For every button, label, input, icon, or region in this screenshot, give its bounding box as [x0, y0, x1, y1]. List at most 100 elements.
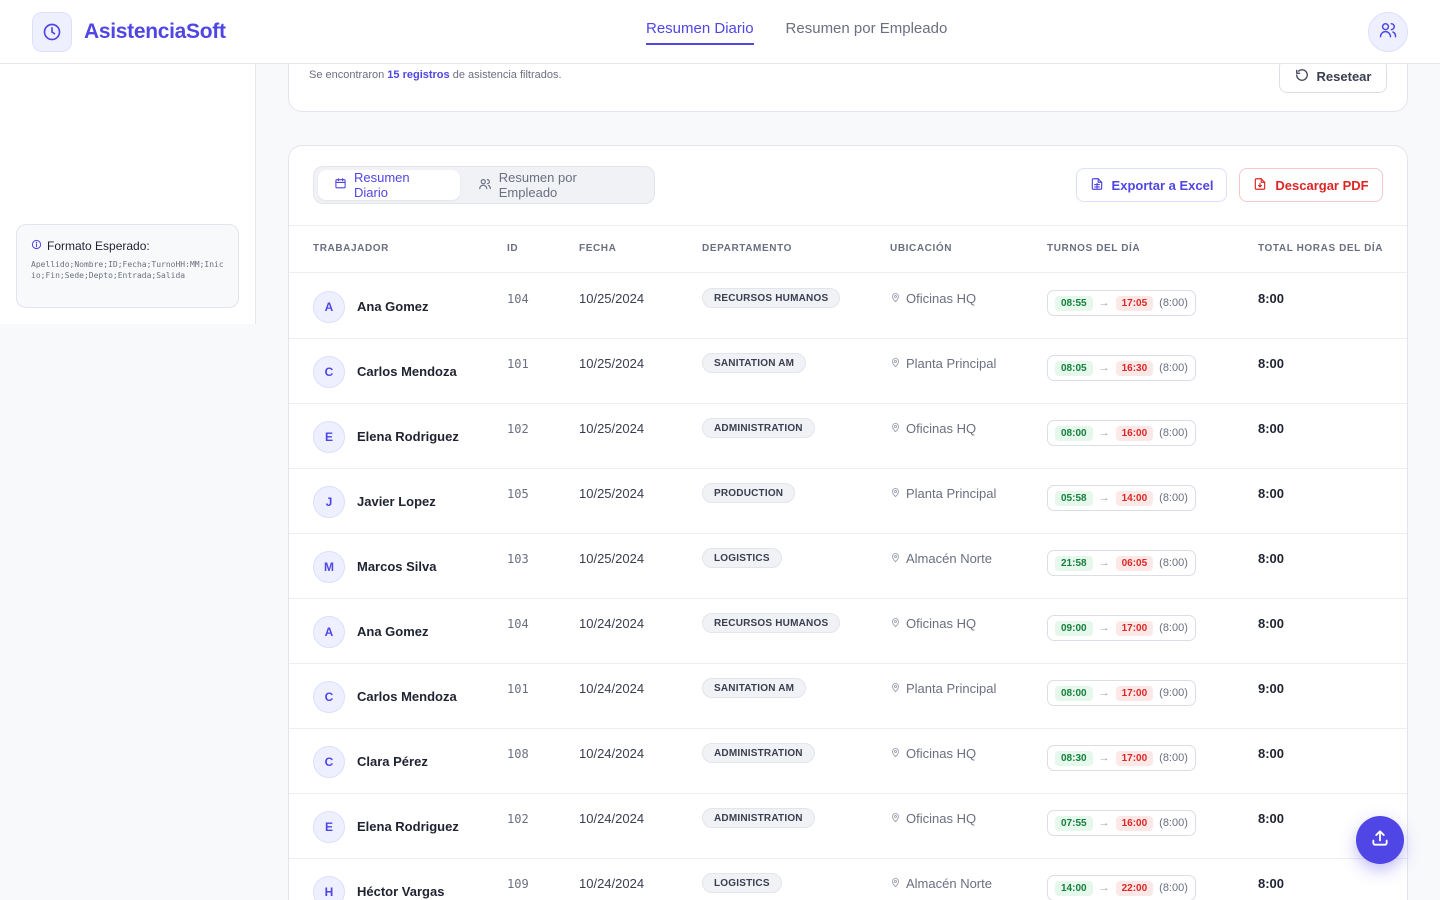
map-pin-icon — [890, 551, 901, 566]
format-text: Apellido;Nombre;ID;Fecha;TurnoHH:MM;Inic… — [31, 260, 224, 280]
format-card: Formato Esperado: Apellido;Nombre;ID;Fec… — [16, 224, 239, 308]
location: Planta Principal — [890, 681, 996, 696]
record-date: 10/25/2024 — [579, 421, 645, 436]
table-row[interactable]: M Marcos Silva 103 10/25/2024 LOGISTICS Almac… — [289, 534, 1407, 599]
shift-start: 05:58 — [1055, 490, 1093, 506]
upload-button[interactable] — [1356, 816, 1404, 864]
shift-end: 06:05 — [1115, 555, 1154, 571]
total-hours: 8:00 — [1258, 746, 1285, 761]
avatar: A — [313, 291, 345, 323]
table-row[interactable]: A Ana Gomez 104 10/25/2024 RECURSOS HUMANOS O… — [289, 274, 1407, 339]
table-row[interactable]: J Javier Lopez 105 10/25/2024 PRODUCTION Plan… — [289, 469, 1407, 534]
worker-name: Javier Lopez — [357, 494, 436, 509]
location: Oficinas HQ — [890, 746, 976, 761]
column-header[interactable]: DEPARTAMENTO — [702, 243, 792, 254]
avatar: A — [313, 616, 345, 648]
app-title: AsistenciaSoft — [84, 20, 226, 43]
total-hours: 8:00 — [1258, 291, 1285, 306]
shift-duration: (8:00) — [1159, 362, 1188, 374]
avatar: C — [313, 356, 345, 388]
shift-pill: 08:00 → 17:00 (9:00) — [1047, 680, 1196, 706]
column-header[interactable]: UBICACIÓN — [890, 243, 952, 254]
column-header[interactable]: TURNOS DEL DÍA — [1047, 243, 1140, 254]
table-row[interactable]: A Ana Gomez 104 10/24/2024 RECURSOS HUMANOS O… — [289, 599, 1407, 664]
avatar: C — [313, 746, 345, 778]
upload-icon — [1370, 828, 1390, 853]
table-row[interactable]: E Elena Rodriguez 102 10/24/2024 ADMINISTRAT… — [289, 794, 1407, 859]
worker-id: 101 — [507, 357, 529, 371]
shift-start: 08:00 — [1055, 425, 1093, 441]
avatar: M — [313, 551, 345, 583]
arrow-right-icon: → — [1098, 297, 1110, 309]
arrow-right-icon: → — [1098, 427, 1110, 439]
map-pin-icon — [890, 356, 901, 371]
arrow-right-icon: → — [1098, 492, 1110, 504]
filter-result-text: Se encontraron 15 registros de asistenci… — [309, 69, 562, 81]
shift-pill: 08:30 → 17:00 (8:00) — [1047, 745, 1196, 771]
shift-end: 16:00 — [1115, 815, 1154, 831]
info-icon — [31, 239, 42, 253]
nav-tab-resumen-diario[interactable]: Resumen Diario — [646, 20, 754, 45]
department-badge: SANITATION AM — [702, 353, 807, 373]
shift-duration: (8:00) — [1159, 492, 1188, 504]
location: Planta Principal — [890, 356, 996, 371]
department-badge: ADMINISTRATION — [702, 743, 815, 763]
worker-id: 102 — [507, 422, 529, 436]
total-hours: 8:00 — [1258, 551, 1285, 566]
users-button[interactable] — [1368, 12, 1408, 52]
nav-tab-resumen-por-empleado[interactable]: Resumen por Empleado — [786, 20, 948, 45]
worker-name: Elena Rodriguez — [357, 429, 459, 444]
map-pin-icon — [890, 291, 901, 306]
record-date: 10/25/2024 — [579, 356, 645, 371]
department-badge: ADMINISTRATION — [702, 808, 815, 828]
shift-pill: 21:58 → 06:05 (8:00) — [1047, 550, 1196, 576]
view-tab-resumen-por-empleado[interactable]: Resumen por Empleado — [462, 170, 650, 200]
shift-pill: 09:00 → 17:00 (8:00) — [1047, 615, 1196, 641]
calendar-icon — [334, 177, 347, 193]
rotate-ccw-icon — [1295, 68, 1309, 85]
export-excel-button[interactable]: Exportar a Excel — [1076, 168, 1227, 202]
arrow-right-icon: → — [1098, 687, 1110, 699]
file-spreadsheet-icon — [1090, 177, 1104, 194]
table-row[interactable]: C Carlos Mendoza 101 10/25/2024 SANITATION A… — [289, 339, 1407, 404]
arrow-right-icon: → — [1098, 752, 1110, 764]
department-badge: PRODUCTION — [702, 483, 796, 503]
location: Almacén Norte — [890, 876, 992, 891]
total-hours: 8:00 — [1258, 876, 1285, 891]
avatar: E — [313, 421, 345, 453]
reset-button[interactable]: Resetear — [1279, 59, 1387, 93]
map-pin-icon — [890, 876, 901, 891]
clock-icon — [32, 12, 72, 52]
record-date: 10/25/2024 — [579, 551, 645, 566]
shift-duration: (8:00) — [1159, 622, 1188, 634]
worker-id: 109 — [507, 877, 529, 891]
table-row[interactable]: C Clara Pérez 108 10/24/2024 ADMINISTRATION O… — [289, 729, 1407, 794]
shift-pill: 07:55 → 16:00 (8:00) — [1047, 810, 1196, 836]
table-row[interactable]: C Carlos Mendoza 101 10/24/2024 SANITATION A… — [289, 664, 1407, 729]
download-pdf-button[interactable]: Descargar PDF — [1239, 168, 1383, 202]
column-header[interactable]: TRABAJADOR — [313, 243, 389, 254]
shift-end: 17:00 — [1115, 750, 1154, 766]
view-switcher: Resumen Diario Resumen por Empleado — [313, 166, 655, 204]
worker-id: 102 — [507, 812, 529, 826]
shift-end: 17:00 — [1115, 620, 1154, 636]
table-row[interactable]: E Elena Rodriguez 102 10/25/2024 ADMINISTRAT… — [289, 404, 1407, 469]
filter-result-count: 15 registros — [387, 69, 450, 81]
record-date: 10/24/2024 — [579, 876, 645, 891]
table-row[interactable]: H Héctor Vargas 109 10/24/2024 LOGISTICS Alma… — [289, 859, 1407, 900]
location: Oficinas HQ — [890, 291, 976, 306]
shift-start: 14:00 — [1055, 880, 1093, 896]
view-tab-resumen-diario[interactable]: Resumen Diario — [318, 170, 460, 200]
column-header[interactable]: TOTAL HORAS DEL DÍA — [1258, 243, 1383, 254]
worker-name: Elena Rodriguez — [357, 819, 459, 834]
worker-name: Héctor Vargas — [357, 884, 445, 899]
shift-end: 17:05 — [1115, 295, 1154, 311]
worker-id: 104 — [507, 617, 529, 631]
column-header[interactable]: ID — [507, 243, 518, 254]
shift-start: 21:58 — [1055, 555, 1093, 571]
record-date: 10/24/2024 — [579, 681, 645, 696]
worker-name: Marcos Silva — [357, 559, 437, 574]
column-header[interactable]: FECHA — [579, 243, 616, 254]
file-download-icon — [1253, 177, 1267, 194]
location: Almacén Norte — [890, 551, 992, 566]
